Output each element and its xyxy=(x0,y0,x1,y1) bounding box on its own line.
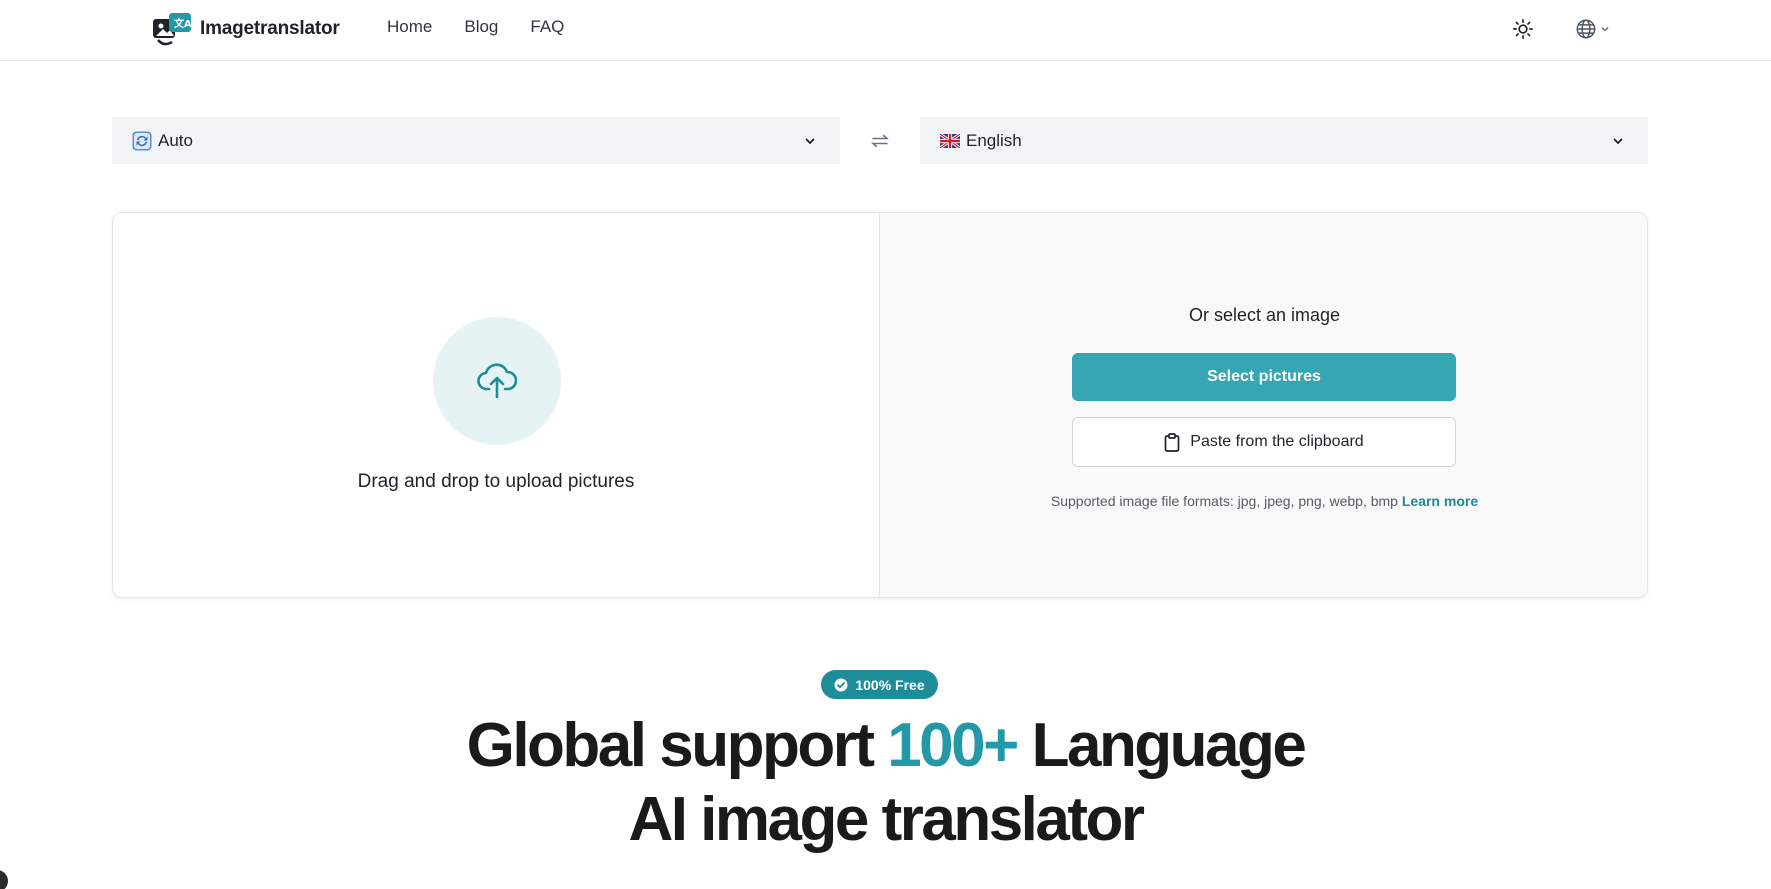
chevron-down-icon xyxy=(1608,131,1628,151)
source-language-value: Auto xyxy=(158,130,193,150)
hero-accent-text: 100+ xyxy=(887,711,1019,780)
paste-clipboard-label: Paste from the clipboard xyxy=(1190,433,1364,450)
drop-instructions: Drag and drop to upload pictures xyxy=(357,471,635,492)
formats-text: Supported image file formats: jpg, jpeg,… xyxy=(1050,493,1398,509)
nav-blog[interactable]: Blog xyxy=(464,17,498,37)
drop-zone[interactable]: Drag and drop to upload pictures xyxy=(113,213,880,597)
source-language-select[interactable]: Auto xyxy=(112,117,840,164)
swap-arrows-icon xyxy=(871,134,889,148)
free-badge: 100% Free xyxy=(821,670,938,699)
hero-title-line-2: AI image translator xyxy=(628,785,1145,854)
uk-flag-icon xyxy=(940,133,960,148)
globe-icon xyxy=(1576,19,1596,39)
select-zone: Or select an image Select pictures Paste… xyxy=(880,213,1647,597)
upload-panel: Drag and drop to upload pictures Or sele… xyxy=(112,212,1648,598)
badge-label: 100% Free xyxy=(855,676,925,693)
logo[interactable]: 文A Imagetranslator xyxy=(152,10,340,48)
corner-widget[interactable] xyxy=(0,870,8,889)
chevron-down-icon xyxy=(1601,26,1609,32)
hero-text-before: Global support xyxy=(466,711,888,780)
auto-detect-icon xyxy=(132,131,152,151)
main-nav: Home Blog FAQ xyxy=(387,17,564,37)
sun-icon xyxy=(1513,19,1533,39)
logo-text: Imagetranslator xyxy=(200,18,340,39)
site-language-button[interactable] xyxy=(1575,16,1610,42)
paste-clipboard-button[interactable]: Paste from the clipboard xyxy=(1072,417,1456,467)
target-language-select[interactable]: English xyxy=(920,117,1648,164)
learn-more-link[interactable]: Learn more xyxy=(1402,493,1478,509)
select-heading: Or select an image xyxy=(1188,305,1341,325)
swap-languages-button[interactable] xyxy=(868,130,892,152)
chevron-down-icon xyxy=(800,131,820,151)
logo-icon: 文A xyxy=(152,10,194,48)
hero-text-after: Language xyxy=(1016,711,1307,780)
hero-title-line-1: Global support 100+ Language xyxy=(0,710,1771,781)
nav-home[interactable]: Home xyxy=(387,17,432,37)
supported-formats: Supported image file formats: jpg, jpeg,… xyxy=(880,493,1647,509)
theme-toggle-button[interactable] xyxy=(1510,16,1536,42)
svg-text:文A: 文A xyxy=(174,17,192,30)
check-circle-icon xyxy=(834,678,848,691)
nav-faq[interactable]: FAQ xyxy=(530,17,564,37)
cloud-upload-icon xyxy=(477,363,517,399)
target-language-value: English xyxy=(966,130,1022,150)
select-pictures-button[interactable]: Select pictures xyxy=(1072,353,1456,401)
clipboard-icon xyxy=(1164,432,1180,452)
top-header: 文A Imagetranslator Home Blog FAQ xyxy=(0,0,1771,61)
upload-icon-circle xyxy=(433,317,561,445)
